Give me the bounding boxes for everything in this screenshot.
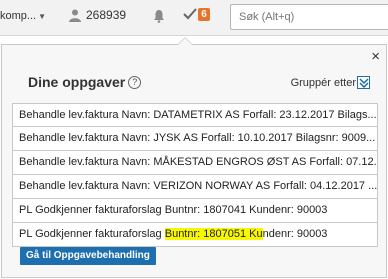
group-by-label: Gruppér etter (290, 76, 356, 89)
popup-pointer-fill (178, 38, 192, 45)
search-input[interactable] (230, 4, 388, 30)
task-text: Behandle lev.faktura Navn: JYSK AS Forfa… (19, 132, 376, 144)
user-count: 268939 (86, 8, 127, 22)
task-text: PL Godkjenner fakturaforslag Buntnr: 180… (19, 204, 328, 216)
task-list: Behandle lev.faktura Navn: DATAMETRIX AS… (12, 103, 378, 247)
user-icon (69, 9, 81, 22)
double-chevron-down-icon (359, 78, 369, 88)
task-item[interactable]: PL Godkjenner fakturaforslag Buntnr: 180… (12, 223, 378, 247)
tasks-toggle[interactable]: 6 (183, 7, 210, 21)
task-item[interactable]: PL Godkjenner fakturaforslag Buntnr: 180… (12, 199, 378, 223)
close-icon[interactable]: × (371, 49, 380, 64)
company-selector[interactable]: komp... ▼ (0, 10, 46, 22)
tasks-popup: × Dine oppgaver ? Gruppér etter Behandle… (1, 44, 387, 278)
chevron-down-icon: ▼ (38, 12, 46, 21)
task-count-badge: 6 (198, 7, 210, 21)
task-text: Behandle lev.faktura Navn: MÅKESTAD ENGR… (19, 156, 378, 168)
bell-icon[interactable] (153, 9, 165, 23)
group-by-dropdown[interactable] (357, 76, 370, 89)
popup-header: Dine oppgaver ? (28, 74, 142, 90)
task-text: Behandle lev.faktura Navn: VERIZON NORWA… (19, 180, 378, 192)
task-text: Behandle lev.faktura Navn: DATAMETRIX AS… (19, 109, 377, 121)
search-highlight: Buntnr: 1807051 Ku (164, 228, 263, 240)
task-item[interactable]: Behandle lev.faktura Navn: JYSK AS Forfa… (12, 127, 378, 151)
group-by-control[interactable]: Gruppér etter (291, 76, 370, 89)
task-item[interactable]: Behandle lev.faktura Navn: DATAMETRIX AS… (12, 103, 378, 127)
goto-task-management-button[interactable]: Gå til Oppgavebehandling (20, 247, 156, 265)
company-label: komp... (0, 10, 37, 22)
task-item[interactable]: Behandle lev.faktura Navn: VERIZON NORWA… (12, 175, 378, 199)
checkmark-icon (183, 8, 197, 20)
task-item[interactable]: Behandle lev.faktura Navn: MÅKESTAD ENGR… (12, 151, 378, 175)
top-bar: komp... ▼ 268939 6 (0, 0, 388, 36)
user-indicator[interactable]: 268939 (68, 8, 126, 22)
task-text-prefix: PL Godkjenner fakturaforslag (19, 228, 165, 240)
task-text-suffix: ndenr: 90003 (262, 228, 328, 240)
popup-title: Dine oppgaver (28, 74, 126, 90)
help-icon[interactable]: ? (128, 75, 142, 89)
